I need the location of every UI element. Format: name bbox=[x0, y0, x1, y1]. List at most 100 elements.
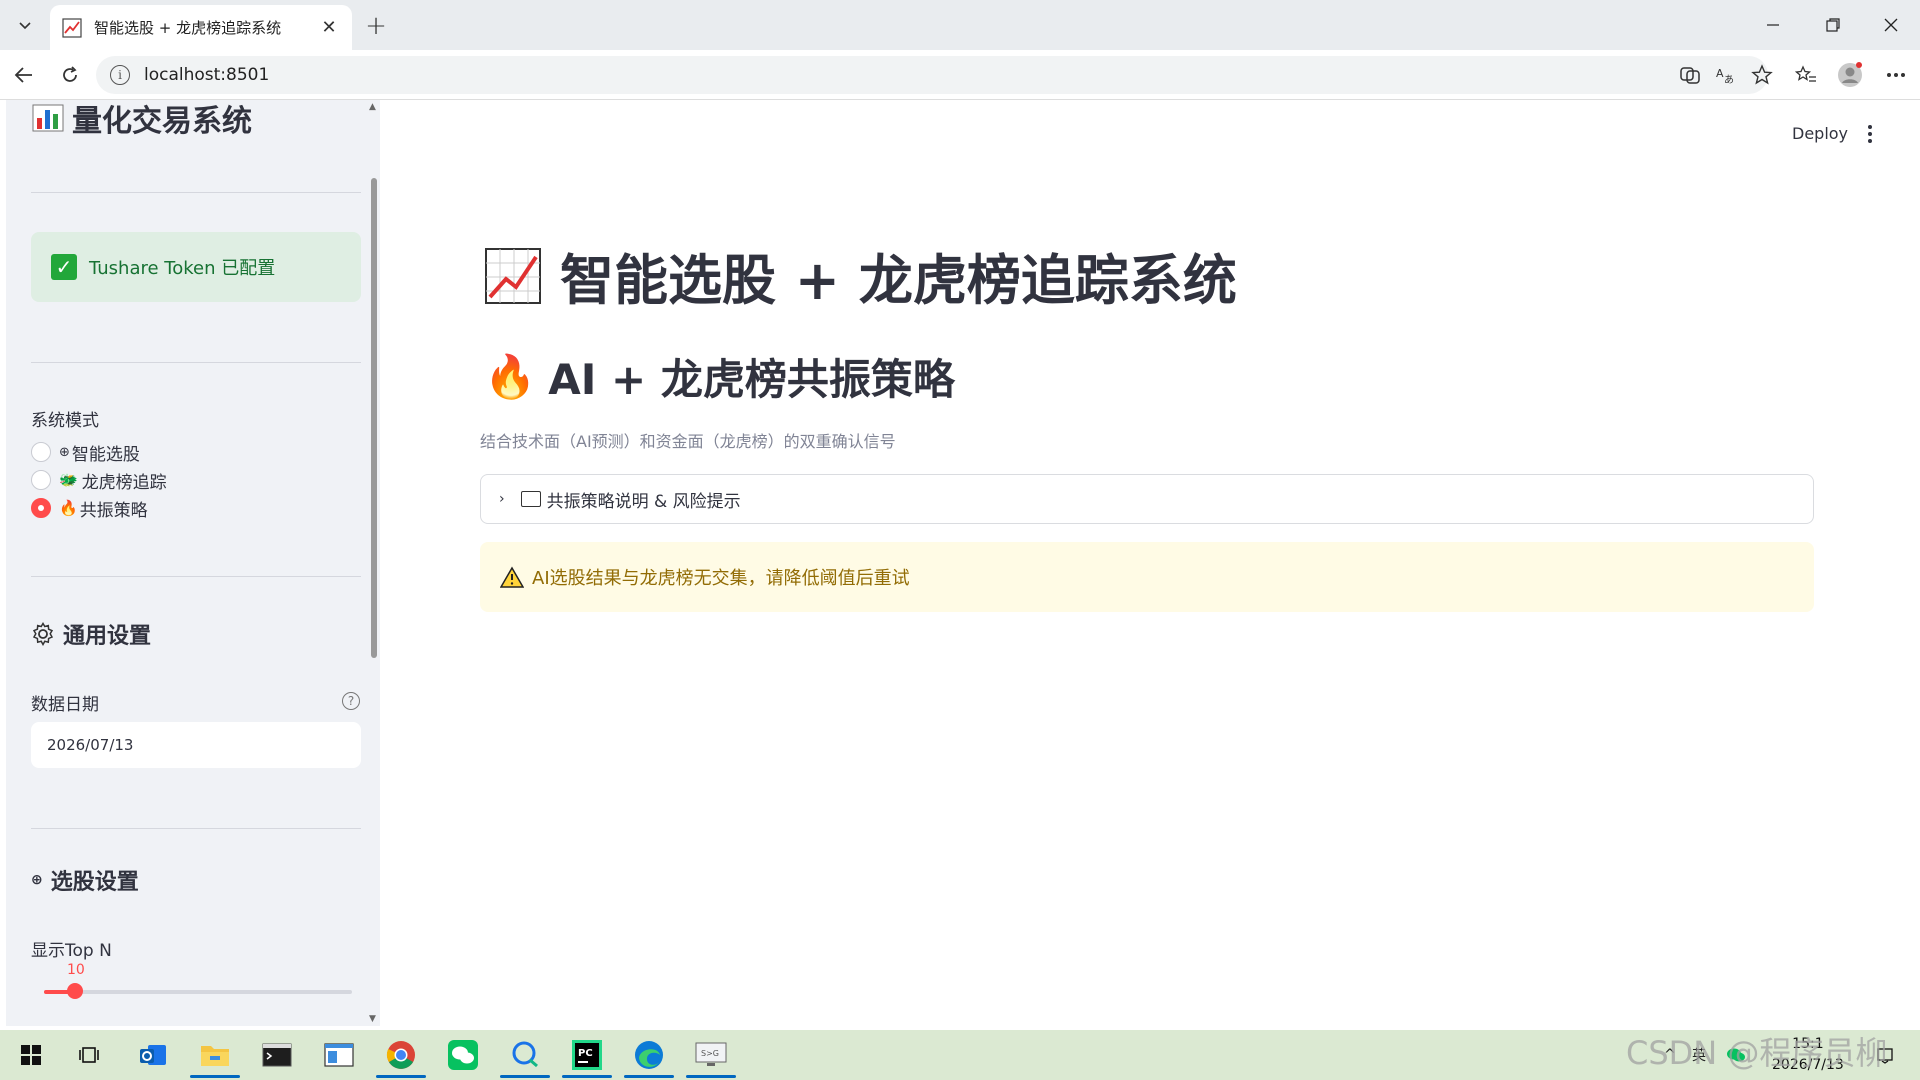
expander-label: 共振策略说明 & 风险提示 bbox=[546, 491, 741, 512]
page-title: 智能选股 + 龙虎榜追踪系统 bbox=[484, 236, 1237, 315]
reload-button[interactable] bbox=[56, 61, 84, 89]
profile-avatar[interactable] bbox=[1836, 61, 1864, 89]
star-icon bbox=[1751, 64, 1773, 85]
bar-chart-icon bbox=[32, 104, 64, 132]
fire-icon: 🔥 bbox=[59, 499, 78, 517]
windows-logo-icon bbox=[21, 1045, 41, 1065]
app-menu-button[interactable] bbox=[1860, 122, 1880, 146]
copilot-icon-glyph bbox=[1680, 67, 1700, 84]
mode-option-label: 共振策略 bbox=[79, 500, 148, 521]
back-button[interactable] bbox=[10, 61, 38, 89]
divider bbox=[31, 192, 361, 193]
deploy-button[interactable]: Deploy bbox=[1792, 124, 1848, 143]
dragon-icon: 🐲 bbox=[59, 471, 78, 489]
divider bbox=[31, 362, 361, 363]
taskbar-app-chat[interactable] bbox=[500, 1036, 550, 1078]
running-indicator bbox=[190, 1075, 240, 1078]
tab-list-button[interactable] bbox=[8, 8, 42, 42]
general-settings-heading: 通用设置 bbox=[31, 618, 151, 650]
radio-button-selected[interactable] bbox=[31, 498, 51, 518]
main-content: Deploy 智能选股 + 龙虎榜追踪系统 🔥 AI + 龙虎榜共振策略 结合技… bbox=[380, 100, 1920, 1030]
taskbar-app-pycharm[interactable]: PC bbox=[562, 1036, 612, 1078]
running-indicator bbox=[686, 1075, 736, 1078]
radio-button[interactable] bbox=[31, 442, 51, 462]
terminal-icon bbox=[262, 1043, 292, 1067]
taskbar-app-file-explorer[interactable] bbox=[190, 1036, 240, 1078]
task-view-button[interactable] bbox=[70, 1036, 108, 1074]
mode-option-smart-pick[interactable]: ⊕ 智能选股 bbox=[31, 441, 140, 465]
strategy-info-expander[interactable]: › 共振策略说明 & 风险提示 bbox=[480, 474, 1814, 524]
target-icon: ⊕ bbox=[59, 444, 70, 460]
browser-menu-button[interactable] bbox=[1882, 61, 1910, 89]
scroll-down-icon[interactable]: ▼ bbox=[369, 1014, 376, 1024]
reload-icon bbox=[63, 66, 77, 82]
address-bar[interactable]: i localhost:8501 bbox=[96, 56, 1768, 94]
browser-tabbar: 智能选股 + 龙虎榜追踪系统 ✕ + bbox=[0, 0, 1920, 50]
gear-icon bbox=[32, 622, 54, 646]
scrollbar-thumb[interactable] bbox=[371, 178, 377, 658]
chrome-icon bbox=[386, 1041, 415, 1069]
kebab-dot bbox=[1868, 139, 1872, 143]
topn-slider-handle[interactable] bbox=[67, 983, 83, 999]
chart-favicon-icon bbox=[62, 17, 82, 38]
target-icon: ⊕ bbox=[31, 872, 43, 888]
token-status-alert: ✓ Tushare Token 已配置 bbox=[31, 232, 361, 302]
mode-radio-label: 系统模式 bbox=[31, 411, 99, 431]
chevron-down-icon bbox=[19, 22, 31, 30]
taskbar-app-remote[interactable]: S>G bbox=[686, 1036, 736, 1078]
sidebar-title-text: 量化交易系统 bbox=[72, 104, 252, 139]
minimize-icon bbox=[1767, 24, 1779, 26]
remote-desktop-icon: S>G bbox=[695, 1042, 727, 1066]
running-indicator bbox=[500, 1075, 550, 1078]
section-subtitle: 🔥 AI + 龙虎榜共振策略 bbox=[484, 346, 955, 407]
running-indicator bbox=[624, 1075, 674, 1078]
start-button[interactable] bbox=[12, 1036, 50, 1074]
site-info-icon[interactable]: i bbox=[110, 65, 130, 85]
mode-option-dragon-tiger[interactable]: 🐲 龙虎榜追踪 bbox=[31, 469, 167, 493]
running-indicator bbox=[376, 1075, 426, 1078]
taskbar-app-outlook[interactable] bbox=[134, 1036, 172, 1074]
favorite-star-icon[interactable] bbox=[1748, 61, 1776, 89]
book-icon bbox=[520, 491, 541, 507]
scroll-up-icon[interactable]: ▲ bbox=[369, 102, 376, 112]
restore-button[interactable] bbox=[1804, 0, 1862, 50]
outlook-icon bbox=[140, 1045, 166, 1065]
address-url[interactable]: localhost:8501 bbox=[144, 65, 269, 85]
favorites-button[interactable] bbox=[1792, 61, 1820, 89]
mode-option-label: 龙虎榜追踪 bbox=[81, 472, 167, 493]
divider bbox=[31, 828, 361, 829]
topn-slider-track[interactable] bbox=[44, 990, 352, 994]
radio-button[interactable] bbox=[31, 470, 51, 490]
taskbar-app-window[interactable] bbox=[320, 1036, 358, 1074]
running-indicator bbox=[562, 1075, 612, 1078]
translate-icon[interactable]: Aあ bbox=[1712, 61, 1740, 89]
date-input[interactable]: 2026/07/13 bbox=[31, 722, 361, 768]
warning-text: AI选股结果与龙虎榜无交集，请降低阈值后重试 bbox=[532, 568, 910, 589]
avatar-icon bbox=[1838, 62, 1862, 87]
minimize-button[interactable] bbox=[1744, 0, 1802, 50]
sidebar-scrollbar[interactable]: ▲ ▼ bbox=[368, 100, 378, 1026]
strategy-caption: 结合技术面（AI预测）和资金面（龙虎榜）的双重确认信号 bbox=[480, 432, 896, 451]
taskbar-app-edge[interactable] bbox=[624, 1036, 674, 1078]
help-icon[interactable]: ? bbox=[342, 692, 360, 710]
translate-icon-glyph: Aあ bbox=[1716, 67, 1734, 86]
taskbar-app-terminal[interactable] bbox=[258, 1036, 296, 1074]
restore-icon bbox=[1826, 18, 1840, 32]
token-status-text: Tushare Token 已配置 bbox=[89, 258, 276, 279]
browser-tab[interactable]: 智能选股 + 龙虎榜追踪系统 ✕ bbox=[50, 5, 352, 50]
mode-option-label: 智能选股 bbox=[71, 444, 140, 465]
sidebar-title: 量化交易系统 bbox=[32, 100, 252, 140]
new-tab-button[interactable]: + bbox=[362, 11, 390, 41]
tab-close-icon[interactable]: ✕ bbox=[318, 17, 340, 39]
csdn-watermark: CSDN @程序员柳 bbox=[1626, 1034, 1888, 1072]
taskbar-app-chrome[interactable] bbox=[376, 1036, 426, 1078]
taskbar-app-wechat[interactable] bbox=[444, 1036, 482, 1074]
copilot-icon[interactable] bbox=[1676, 61, 1704, 89]
chevron-right-icon: › bbox=[499, 491, 505, 507]
mode-option-resonance[interactable]: 🔥 共振策略 bbox=[31, 497, 148, 521]
chart-increasing-icon bbox=[485, 247, 541, 304]
topn-slider-label: 显示Top N bbox=[31, 941, 112, 961]
close-window-button[interactable] bbox=[1862, 0, 1920, 50]
svg-text:S>G: S>G bbox=[701, 1049, 719, 1058]
warning-alert: AI选股结果与龙虎榜无交集，请降低阈值后重试 bbox=[480, 542, 1814, 612]
